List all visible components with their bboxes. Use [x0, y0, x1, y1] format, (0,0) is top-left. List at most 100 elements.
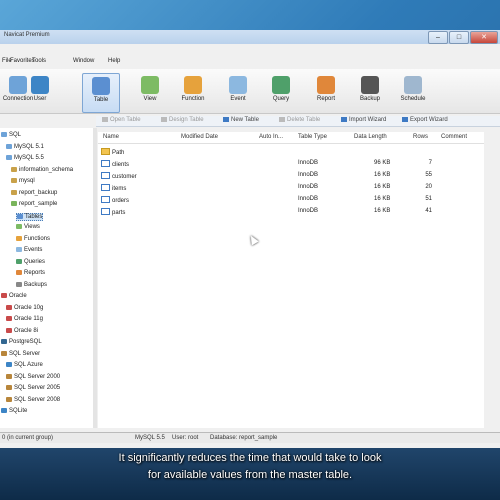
tree-node-icon: [1, 293, 7, 298]
toolbar-event-button[interactable]: Event: [220, 73, 256, 111]
row-count: 7: [428, 160, 432, 166]
tree-item[interactable]: report_sample: [11, 201, 57, 207]
toolbar-label: Report: [316, 96, 335, 102]
tree-item-label: report_sample: [19, 201, 58, 207]
tree-node-icon: [16, 235, 22, 241]
row-name: Path: [112, 150, 125, 156]
table-row[interactable]: parts: [101, 208, 125, 216]
tree-scrollbar[interactable]: [93, 128, 97, 428]
export-wizard-button[interactable]: Export Wizard: [402, 117, 448, 123]
tree-item[interactable]: PostgreSQL: [1, 339, 42, 345]
minimize-icon[interactable]: –: [428, 31, 448, 44]
tree-item-label: Oracle: [9, 293, 27, 299]
status-count: 0 (in current group): [2, 435, 54, 441]
tree-item[interactable]: SQL Server: [1, 350, 40, 357]
tree-node-icon: [11, 178, 17, 183]
menu-window[interactable]: Window: [73, 58, 94, 64]
table-icon: [92, 77, 110, 95]
table-row[interactable]: orders: [101, 196, 129, 204]
caption-line-1: It significantly reduces the time that w…: [118, 452, 382, 464]
schedule-icon: [404, 76, 422, 94]
tree-item[interactable]: MySQL 5.5: [6, 155, 44, 161]
tree-item[interactable]: SQL: [1, 132, 21, 138]
function-icon: [184, 76, 202, 94]
tree-item-label: Oracle 10g: [14, 304, 44, 311]
open-table-button[interactable]: Open Table: [102, 117, 141, 123]
connection-tree: SQL MySQL 5.1 MySQL 5.5 information_schemam…: [0, 128, 95, 428]
import-icon: [341, 117, 347, 122]
col-table-type[interactable]: Table Type: [298, 134, 327, 143]
row-table-type: InnoDB: [298, 160, 319, 166]
toolbar-user-button[interactable]: User: [22, 73, 58, 111]
toolbar-report-button[interactable]: Report: [308, 73, 344, 111]
tree-item[interactable]: SQL Server 2000: [6, 373, 60, 380]
tree-item-label: SQLite: [9, 408, 28, 414]
col-auto-inc[interactable]: Auto In...: [259, 134, 283, 143]
table-row[interactable]: Path: [101, 148, 124, 156]
tree-item[interactable]: Functions: [16, 235, 50, 242]
col-modified[interactable]: Modified Date: [181, 134, 218, 143]
row-data-length: 16 KB: [374, 172, 391, 178]
toolbar-backup-button[interactable]: Backup: [352, 73, 388, 111]
toolbar-function-button[interactable]: Function: [175, 73, 211, 111]
tree-node-icon: [1, 350, 7, 356]
object-toolbar: Open Table Design Table New Table Delete…: [96, 116, 500, 127]
tree-item[interactable]: Oracle 8i: [6, 327, 39, 334]
tree-item[interactable]: Queries: [16, 258, 45, 265]
tree-item[interactable]: Tables: [16, 212, 44, 221]
tree-item[interactable]: Oracle 11g: [6, 316, 43, 322]
col-data-length[interactable]: Data Length: [354, 134, 387, 143]
row-count: 51: [425, 196, 432, 202]
tree-item[interactable]: Views: [16, 224, 40, 230]
tree-item-label: Views: [24, 224, 40, 230]
table-row[interactable]: customer: [101, 172, 137, 180]
delete-table-button[interactable]: Delete Table: [279, 117, 320, 123]
tree-item[interactable]: mysql: [11, 178, 35, 184]
toolbar-query-button[interactable]: Query: [263, 73, 299, 111]
new-table-icon: [223, 117, 229, 122]
tree-item[interactable]: Reports: [16, 270, 45, 276]
close-icon[interactable]: ✕: [470, 31, 498, 44]
maximize-icon[interactable]: □: [449, 31, 469, 44]
col-rows[interactable]: Rows: [413, 134, 428, 143]
menu-help[interactable]: Help: [108, 58, 120, 64]
tree-item-label: Backups: [24, 281, 48, 288]
row-table-type: InnoDB: [298, 208, 319, 214]
row-data-length: 16 KB: [374, 208, 391, 214]
tree-item[interactable]: report_backup: [11, 189, 57, 196]
table-row[interactable]: clients: [101, 160, 129, 168]
tree-item[interactable]: Backups: [16, 281, 48, 288]
tree-item[interactable]: Events: [16, 247, 42, 253]
tree-item[interactable]: SQL Server 2005: [6, 385, 60, 391]
toolbar-schedule-button[interactable]: Schedule: [395, 73, 431, 111]
tree-node-icon: [16, 224, 22, 229]
tree-item[interactable]: SQLite: [1, 408, 27, 414]
design-table-button[interactable]: Design Table: [161, 117, 204, 123]
tree-item-label: Oracle 8i: [14, 327, 39, 334]
tree-item[interactable]: Oracle: [1, 293, 27, 299]
new-table-button[interactable]: New Table: [223, 117, 259, 123]
row-table-type: InnoDB: [298, 184, 319, 190]
row-table-type: InnoDB: [298, 172, 319, 178]
menu-favorites[interactable]: Favorites: [10, 58, 35, 64]
toolbar-table-button[interactable]: Table: [82, 73, 120, 113]
toolbar-label: Schedule: [400, 96, 426, 102]
tree-item[interactable]: SQL Azure: [6, 362, 43, 368]
toolbar-label: Query: [272, 96, 290, 102]
tree-item-label: SQL Server 2005: [14, 385, 61, 391]
table-row[interactable]: items: [101, 184, 126, 192]
tree-item[interactable]: Oracle 10g: [6, 304, 44, 311]
title-bar: Navicat Premium: [0, 30, 500, 44]
tree-node-icon: [16, 281, 22, 287]
tree-item[interactable]: MySQL 5.1: [6, 143, 44, 150]
toolbar-view-button[interactable]: View: [132, 73, 168, 111]
menu-tools[interactable]: Tools: [32, 58, 46, 64]
tree-node-icon: [11, 166, 17, 172]
col-comment[interactable]: Comment: [441, 134, 467, 143]
status-bar: 0 (in current group) MySQL 5.5 User: roo…: [0, 432, 500, 443]
import-wizard-button[interactable]: Import Wizard: [341, 117, 386, 123]
tree-item[interactable]: SQL Server 2008: [6, 396, 60, 403]
tree-item[interactable]: information_schema: [11, 166, 73, 173]
status-connection: MySQL 5.5: [135, 435, 165, 441]
col-name[interactable]: Name: [103, 134, 119, 143]
